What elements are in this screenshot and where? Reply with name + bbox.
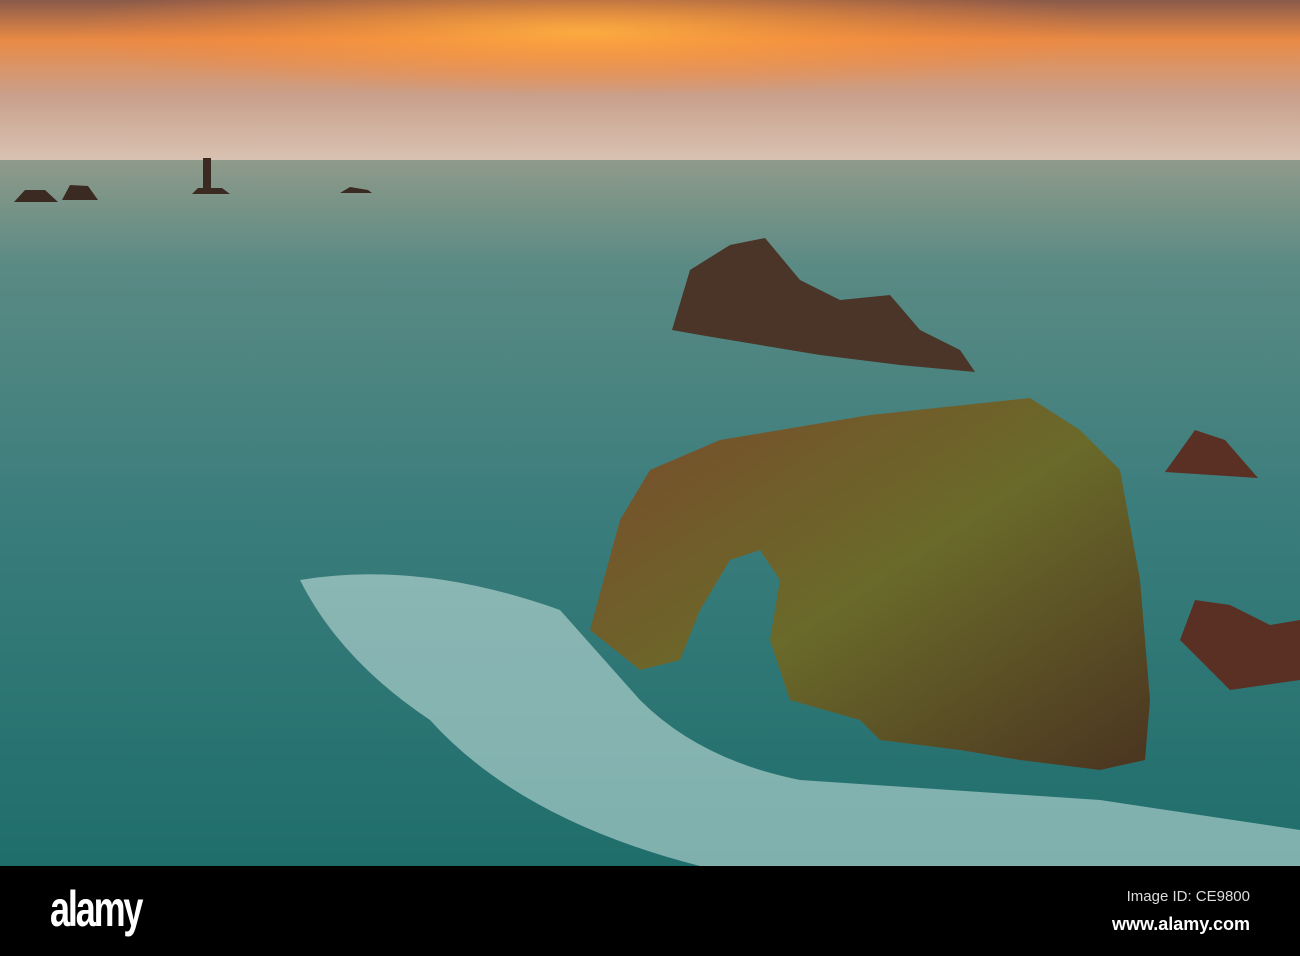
seascape-photo — [0, 0, 1300, 866]
sunset-glow — [0, 0, 1300, 160]
website-url: www.alamy.com — [1111, 914, 1250, 934]
alamy-logo: alamy — [50, 881, 143, 937]
image-id: Image ID: CE9800 — [1126, 888, 1250, 905]
watermark-bar: alamy Image ID: CE9800 www.alamy.com — [0, 866, 1300, 956]
